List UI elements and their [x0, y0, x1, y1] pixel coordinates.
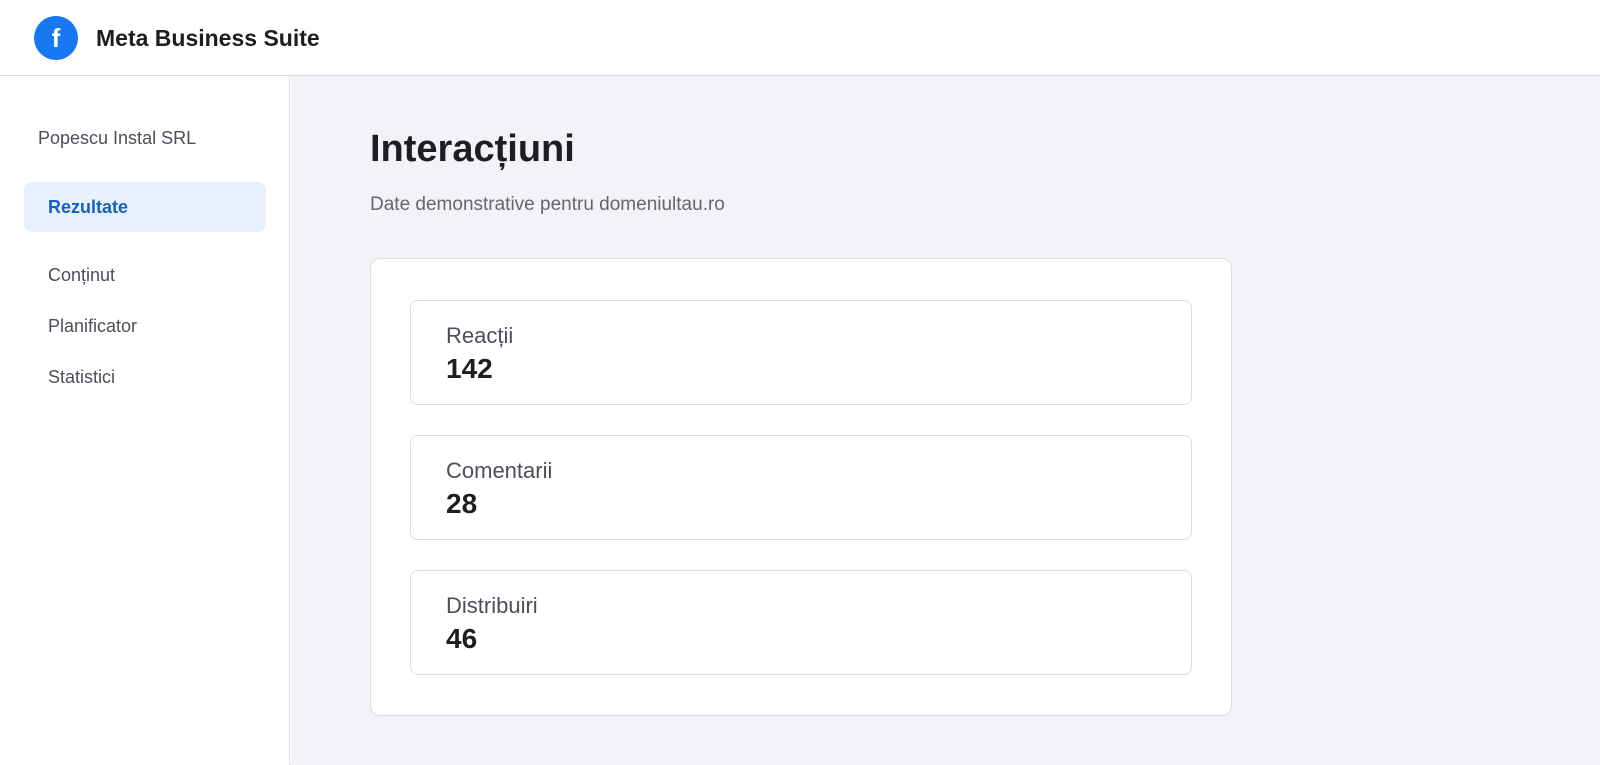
sidebar-item-planificator[interactable]: Planificator	[24, 301, 266, 351]
sidebar-item-label: Rezultate	[48, 196, 129, 217]
top-bar: f Meta Business Suite	[0, 0, 1600, 76]
interactions-card: Reacții 142 Comentarii 28 Distribuiri 46	[370, 258, 1232, 716]
page-title: Interacțiuni	[370, 128, 575, 170]
metric-label: Distribuiri	[446, 593, 538, 618]
metric-label: Reacții	[446, 323, 514, 348]
metric-value: 142	[446, 353, 493, 384]
sidebar-item-statistici[interactable]: Statistici	[24, 352, 266, 402]
page-subtitle: Date demonstrative pentru domeniultau.ro	[370, 194, 725, 215]
sidebar-item-rezultate[interactable]: Rezultate	[24, 182, 266, 232]
facebook-logo-icon[interactable]: f	[34, 16, 78, 60]
metric-card-reactii: Reacții 142	[410, 300, 1192, 405]
sidebar-item-label: Planificator	[48, 315, 138, 336]
sidebar-item-label: Statistici	[48, 366, 116, 387]
main-content: Interacțiuni Date demonstrative pentru d…	[291, 76, 1600, 765]
sidebar-item-continut[interactable]: Conținut	[24, 250, 266, 300]
metric-value: 28	[446, 488, 478, 519]
sidebar: Popescu Instal SRL Rezultate Conținut Pl…	[0, 76, 290, 765]
metric-value: 46	[446, 623, 478, 654]
metric-label: Comentarii	[446, 458, 553, 483]
metric-card-distribuiri: Distribuiri 46	[410, 570, 1192, 675]
metric-card-comentarii: Comentarii 28	[410, 435, 1192, 540]
app-title: Meta Business Suite	[96, 25, 320, 51]
svg-text:f: f	[52, 23, 61, 53]
account-name: Popescu Instal SRL	[38, 128, 197, 148]
sidebar-item-label: Conținut	[48, 264, 116, 285]
